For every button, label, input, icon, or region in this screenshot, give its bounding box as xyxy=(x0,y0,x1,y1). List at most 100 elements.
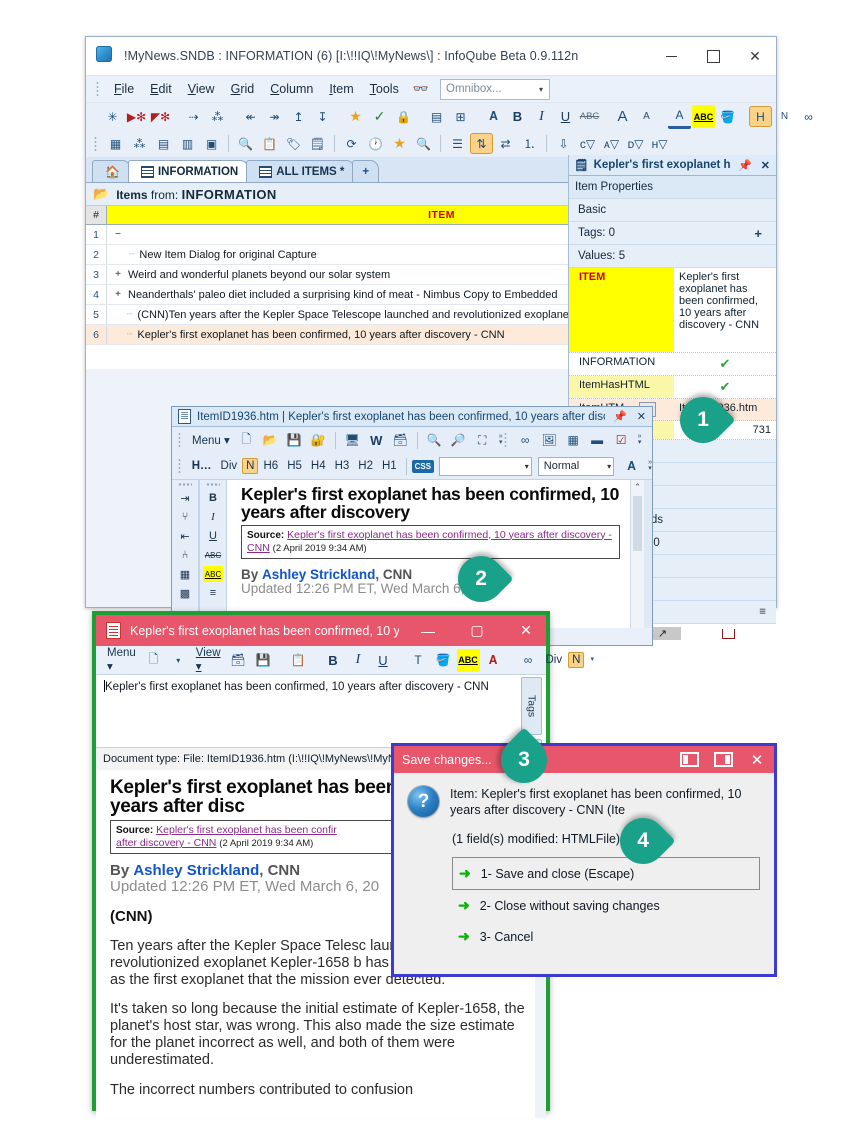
clipboard-icon[interactable]: 📋 xyxy=(258,133,281,154)
number-list-icon[interactable]: ⒈ xyxy=(518,133,541,154)
tab-information[interactable]: INFORMATION xyxy=(127,160,250,182)
close-icon[interactable]: ✕ xyxy=(759,159,772,172)
tree-icon[interactable]: ⑂ xyxy=(175,509,195,525)
filter-a-icon[interactable]: ᴀ▽ xyxy=(600,133,623,154)
close-icon[interactable]: ✕ xyxy=(635,410,648,423)
table-icon[interactable]: ▦ xyxy=(562,430,585,451)
screen-icon[interactable]: 🖥 xyxy=(341,430,364,451)
option-close-without-saving[interactable]: ➜ 2- Close without saving changes xyxy=(452,890,760,921)
add-tag-button[interactable]: + xyxy=(754,226,762,241)
indent-right-icon[interactable]: ↠ xyxy=(263,106,286,127)
calendar-checkbox[interactable] xyxy=(681,628,776,639)
expander-icon[interactable]: − xyxy=(113,229,123,240)
underline-icon[interactable]: U xyxy=(203,528,223,544)
bold-icon[interactable]: B xyxy=(506,106,529,127)
find-replace-icon[interactable]: 🔎 xyxy=(447,430,470,451)
highlight-icon[interactable]: ABC xyxy=(456,648,480,672)
highlight-icon[interactable]: ABC xyxy=(203,566,223,582)
lock-icon[interactable]: 🔒 xyxy=(392,106,415,127)
underline-icon[interactable]: U xyxy=(554,106,577,127)
view-menu-button[interactable]: View ▾ xyxy=(192,645,225,675)
paint-bucket-icon[interactable]: 🪣 xyxy=(716,106,739,127)
value-row-itemhashtml[interactable]: ItemHasHTML ✔ xyxy=(569,376,776,399)
editor-menu-button[interactable]: Menu ▾ xyxy=(188,431,234,449)
check-icon[interactable]: ✓ xyxy=(368,106,391,127)
css-button[interactable]: CSS xyxy=(411,459,435,473)
underline-icon[interactable]: U xyxy=(372,650,395,671)
align-icon[interactable]: ≡ xyxy=(759,606,766,618)
network-icon[interactable]: ⁂ xyxy=(206,106,229,127)
column-header-num[interactable]: # xyxy=(86,206,107,224)
tab-all-items[interactable]: ALL ITEMS * xyxy=(246,160,356,182)
text-color-icon[interactable]: T xyxy=(407,650,430,671)
star-icon[interactable]: ★ xyxy=(344,106,367,127)
tag-icon[interactable]: 🏷 xyxy=(282,133,305,154)
refresh-icon[interactable]: ⟳ xyxy=(340,133,363,154)
menu-view[interactable]: View xyxy=(181,79,222,99)
omnibox-input[interactable]: Omnibox... ▾ xyxy=(440,78,551,100)
sort-desc-icon[interactable]: ⇩ xyxy=(552,133,575,154)
hierarchy-icon[interactable]: ⁂ xyxy=(128,133,151,154)
filter-c-icon[interactable]: ᴄ▽ xyxy=(576,133,599,154)
normal-button[interactable]: N xyxy=(568,652,585,668)
fullscreen-icon[interactable]: ⛶ xyxy=(471,430,494,451)
clock-icon[interactable]: 🕐 xyxy=(364,133,387,154)
calendar-grid-icon[interactable]: ▦ xyxy=(104,133,127,154)
h3-button[interactable]: H3 xyxy=(331,458,354,474)
font-style-icon[interactable]: 𝐀 xyxy=(620,456,643,477)
div-button[interactable]: Div xyxy=(542,652,567,668)
dock-left-icon[interactable] xyxy=(672,746,706,773)
section-basic[interactable]: Basic xyxy=(569,199,776,222)
h2-button[interactable]: H2 xyxy=(354,458,377,474)
tags-side-tab[interactable]: Tags xyxy=(521,677,542,735)
bold-icon[interactable]: B xyxy=(203,490,223,506)
list-icon[interactable]: ▤ xyxy=(152,133,175,154)
italic-icon[interactable]: I xyxy=(347,650,370,671)
h5-button[interactable]: H5 xyxy=(283,458,306,474)
search-icon[interactable]: 🔍 xyxy=(412,133,435,154)
sort-icon[interactable]: ⇅ xyxy=(470,133,493,154)
value-check[interactable]: ✔ xyxy=(674,376,776,398)
menu-edit[interactable]: Edit xyxy=(143,79,179,99)
outline-icon[interactable]: ☰ xyxy=(446,133,469,154)
add-box-icon[interactable]: ⊞ xyxy=(449,106,472,127)
tab-home[interactable]: 🏠 xyxy=(92,160,131,182)
font-shrink-icon[interactable]: A xyxy=(635,106,658,127)
value-check[interactable]: ✔ xyxy=(674,353,776,375)
font-style-icon[interactable]: 𝐀 xyxy=(482,106,505,127)
heading-menu-button[interactable]: H… xyxy=(188,458,216,474)
style-combo[interactable]: ▾ xyxy=(439,456,532,476)
paste-icon[interactable]: 📋 xyxy=(287,650,310,671)
new-item-icon[interactable]: ▤ xyxy=(425,106,448,127)
chevron-down-icon[interactable]: ▾ xyxy=(167,650,190,671)
option-save-and-close[interactable]: ➜ 1- Save and close (Escape) xyxy=(452,857,760,890)
indent-icon[interactable]: ⇥ xyxy=(175,490,195,506)
section-tags[interactable]: Tags: 0 + xyxy=(569,222,776,245)
minimize-button[interactable]: — xyxy=(408,615,448,646)
paint-bucket-icon[interactable]: 🪣 xyxy=(432,650,455,671)
export-icon[interactable]: ▣ xyxy=(200,133,223,154)
save-lock-icon[interactable]: 🔐 xyxy=(307,430,330,451)
toolbar-overflow-icon[interactable]: » ▾ xyxy=(638,433,642,446)
h4-button[interactable]: H4 xyxy=(307,458,330,474)
scroll-thumb[interactable] xyxy=(633,496,642,551)
highlight-icon[interactable]: ABC xyxy=(692,105,715,128)
merge-icon[interactable]: ⑃ xyxy=(175,547,195,563)
value-row-item[interactable]: ITEM Kepler's first exoplanet has been c… xyxy=(569,268,776,353)
menu-item[interactable]: Item xyxy=(322,79,360,99)
maximize-button[interactable]: ▢ xyxy=(457,615,497,646)
menu-grid[interactable]: Grid xyxy=(224,79,262,99)
link-icon[interactable]: ∞ xyxy=(797,106,820,127)
save-icon[interactable]: 💾 xyxy=(283,430,306,451)
flag-next-icon[interactable]: ▶✻ xyxy=(125,106,148,127)
image-icon[interactable]: 🖼 xyxy=(538,430,561,451)
align-icon[interactable]: ≡ xyxy=(203,585,223,601)
dock-right-icon[interactable] xyxy=(706,746,740,773)
strikethrough-icon[interactable]: ABC xyxy=(578,106,601,127)
strikethrough-icon[interactable]: ABC xyxy=(203,547,223,563)
item-title-input[interactable]: Kepler's first exoplanet has been confir… xyxy=(96,675,546,748)
link-icon[interactable]: ∞ xyxy=(514,430,537,451)
close-button[interactable]: ✕ xyxy=(506,615,546,646)
filter-text-icon[interactable]: ⇄ xyxy=(494,133,517,154)
maximize-button[interactable] xyxy=(692,37,734,75)
